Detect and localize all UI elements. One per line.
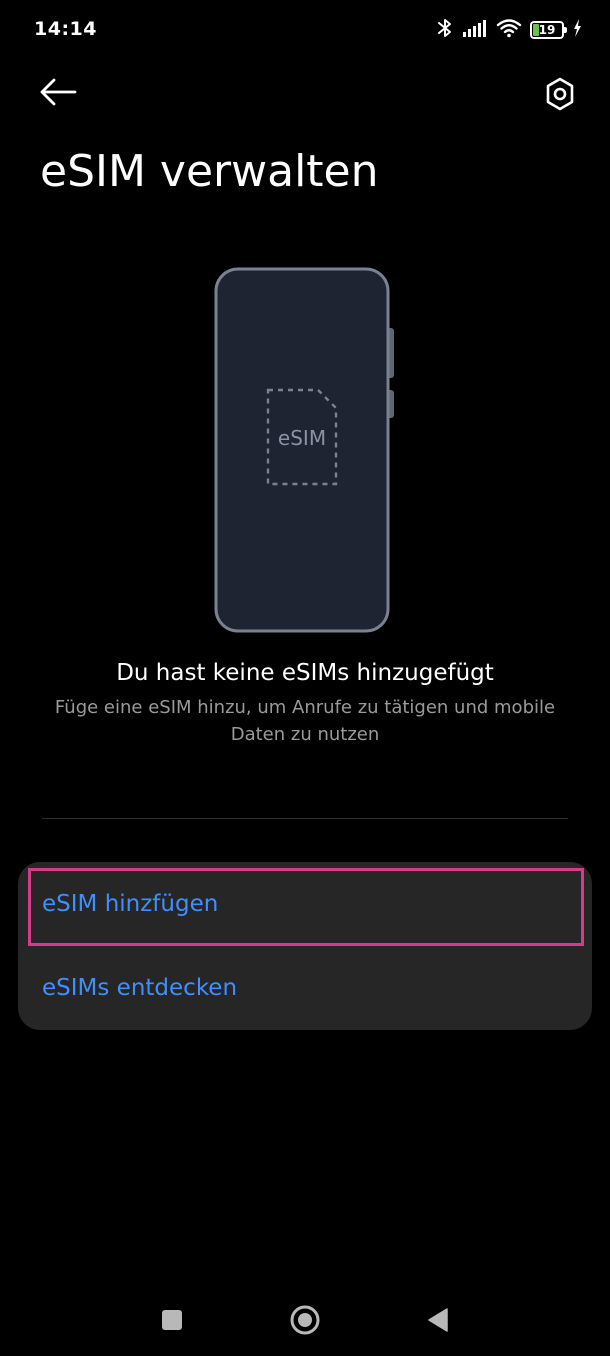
battery-level: 19 — [538, 23, 556, 37]
settings-button[interactable] — [538, 74, 582, 118]
phone-body — [214, 267, 390, 633]
square-icon — [161, 1309, 183, 1335]
status-time: 14:14 — [34, 18, 97, 40]
action-card: eSIM hinzfügen eSIMs entdecken — [18, 862, 592, 1030]
arrow-left-icon — [39, 78, 77, 110]
add-esim-label: eSIM hinzfügen — [42, 891, 219, 917]
status-bar: 14:14 19 — [0, 0, 610, 60]
back-button[interactable] — [36, 74, 80, 114]
battery-icon: 19 — [530, 21, 567, 39]
bluetooth-icon — [436, 17, 454, 43]
triangle-back-icon — [427, 1308, 449, 1336]
hexagon-settings-icon — [543, 76, 577, 116]
nav-back-button[interactable] — [416, 1300, 460, 1344]
add-esim-button[interactable]: eSIM hinzfügen — [18, 862, 592, 946]
charging-icon — [572, 18, 582, 42]
empty-state-title: Du hast keine eSIMs hinzugefügt — [116, 660, 494, 686]
phone-illustration: eSIM — [212, 266, 398, 634]
circle-home-icon — [289, 1304, 321, 1340]
home-button[interactable] — [283, 1300, 327, 1344]
empty-state-subtitle: Füge eine eSIM hinzu, um Anrufe zu tätig… — [54, 697, 556, 745]
esim-chip-label: eSIM — [278, 426, 326, 450]
signal-icon — [462, 18, 488, 42]
page-title: eSIM verwalten — [40, 146, 379, 197]
discover-esims-button[interactable]: eSIMs entdecken — [18, 946, 592, 1030]
navigation-bar — [0, 1290, 610, 1350]
battery-cap — [564, 27, 567, 33]
esim-manage-screen: 14:14 19 eSIM verwalten eSIM Du hast kei… — [0, 0, 610, 1356]
status-icons: 19 — [436, 18, 582, 42]
divider — [42, 818, 568, 819]
discover-esims-label: eSIMs entdecken — [42, 975, 238, 1001]
recent-apps-button[interactable] — [150, 1300, 194, 1344]
wifi-icon — [496, 18, 522, 42]
